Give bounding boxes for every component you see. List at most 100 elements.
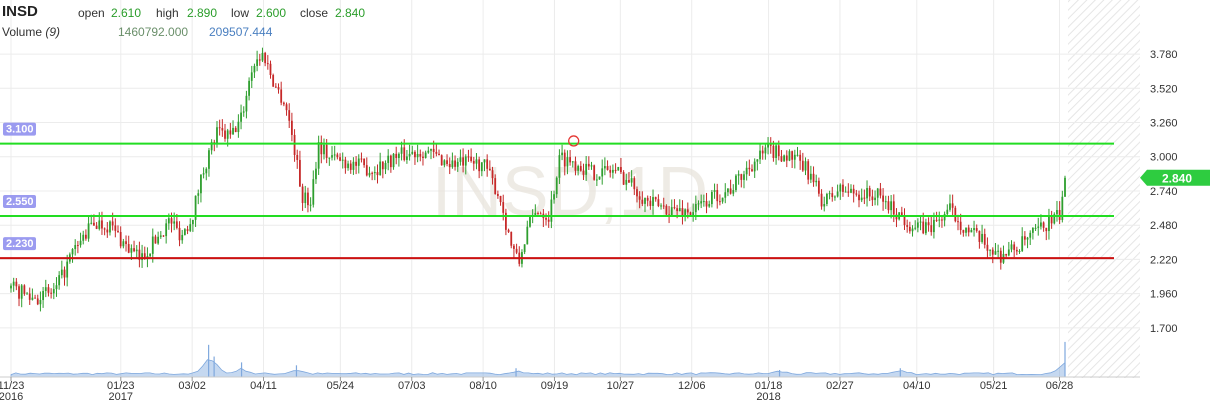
candle-body bbox=[737, 174, 740, 176]
candle-body bbox=[625, 179, 628, 185]
candle-body bbox=[454, 160, 456, 167]
candle-body bbox=[962, 230, 965, 233]
candle-body bbox=[288, 110, 291, 121]
candle-body bbox=[365, 165, 368, 176]
price-axis[interactable]: 3.780 3.520 3.260 3.000 2.740 2.480 2.220 1.960… bbox=[1150, 49, 1178, 335]
candle-body bbox=[170, 218, 173, 224]
candle-body bbox=[970, 230, 973, 233]
candle-body bbox=[483, 159, 486, 163]
stock-chart[interactable]: INSD,1D 3.100 2.550 2.230 3.780 3.520 3.260 3… bbox=[0, 0, 1213, 404]
candle-body bbox=[299, 159, 301, 187]
candle-body bbox=[550, 199, 553, 222]
candle-body bbox=[620, 167, 622, 173]
x-tick-label: 05/21 bbox=[980, 380, 1008, 392]
level-label: 3.100 bbox=[6, 124, 34, 136]
candle-body bbox=[44, 287, 47, 292]
candle-body bbox=[702, 201, 705, 203]
candle-body bbox=[117, 230, 119, 232]
candle-body bbox=[906, 225, 909, 227]
candle-body bbox=[373, 172, 376, 174]
candle-body bbox=[967, 227, 970, 233]
symbol-label[interactable]: INSD bbox=[2, 3, 38, 20]
candle-body bbox=[571, 161, 574, 163]
chart-canvas[interactable]: INSD,1D 3.1002.5502.230 3.7803.5203.2603… bbox=[0, 0, 1213, 404]
time-axis[interactable]: 11/23201601/23201703/02 04/11 05/24 07/03 08… bbox=[0, 377, 1073, 403]
x-tick-label: 06/28 bbox=[1046, 380, 1074, 392]
candle-body bbox=[828, 193, 831, 195]
candle-body bbox=[927, 222, 930, 226]
candle-body bbox=[93, 222, 95, 226]
candle-body bbox=[381, 161, 384, 170]
candle-body bbox=[820, 193, 823, 207]
candle-body bbox=[189, 224, 192, 231]
candle-body bbox=[360, 158, 363, 160]
candle-body bbox=[954, 207, 957, 222]
candle-body bbox=[719, 201, 721, 203]
candle-body bbox=[272, 75, 275, 87]
candle-body bbox=[882, 195, 884, 202]
candle-body bbox=[561, 152, 563, 156]
candle-body bbox=[395, 153, 398, 159]
candle-body bbox=[537, 212, 539, 214]
candle-body bbox=[759, 150, 761, 160]
candle-body bbox=[844, 191, 847, 193]
candle-body bbox=[26, 293, 28, 295]
candle-body bbox=[999, 250, 1002, 263]
last-price-label: 2.840 bbox=[1162, 171, 1192, 185]
candle-body bbox=[363, 158, 366, 166]
candle-body bbox=[919, 221, 922, 223]
candle-body bbox=[52, 289, 55, 294]
candle-body bbox=[924, 222, 927, 234]
candle-body bbox=[1023, 236, 1026, 240]
candle-body bbox=[114, 225, 117, 231]
open-value: 2.610 bbox=[111, 6, 142, 20]
candle-body bbox=[58, 275, 61, 286]
candle-body bbox=[764, 147, 767, 154]
candle-body bbox=[491, 170, 494, 179]
candle-body bbox=[250, 72, 253, 81]
candle-body bbox=[638, 196, 641, 200]
candle-body bbox=[823, 204, 826, 207]
candle-body bbox=[801, 160, 804, 171]
candle-body bbox=[826, 193, 828, 205]
candle-body bbox=[748, 167, 751, 170]
candle-body bbox=[1050, 216, 1053, 224]
candle-body bbox=[978, 230, 981, 242]
candle-body bbox=[1034, 227, 1037, 229]
candle-body bbox=[983, 233, 986, 245]
candle-body bbox=[745, 167, 748, 175]
candle-body bbox=[775, 145, 777, 158]
candle-body bbox=[352, 161, 355, 170]
candle-body bbox=[488, 168, 491, 171]
candle-body bbox=[323, 144, 325, 155]
candle-body bbox=[510, 231, 513, 246]
candle-body bbox=[387, 155, 390, 163]
candle-body bbox=[274, 86, 277, 88]
candle-body bbox=[464, 156, 467, 166]
candle-body bbox=[566, 157, 569, 167]
candle-body bbox=[10, 285, 12, 289]
candle-body bbox=[871, 196, 874, 201]
candle-body bbox=[1037, 226, 1040, 228]
candle-body bbox=[539, 213, 542, 215]
candle-body bbox=[1040, 222, 1042, 227]
candle-body bbox=[729, 188, 732, 194]
candle-body bbox=[1029, 232, 1032, 238]
candle-body bbox=[981, 233, 983, 242]
candle-body bbox=[834, 196, 836, 198]
candle-body bbox=[336, 154, 339, 158]
candle-body bbox=[221, 128, 224, 131]
volume-value-2: 209507.444 bbox=[209, 25, 273, 39]
candle-body bbox=[1048, 216, 1050, 232]
candle-body bbox=[785, 155, 788, 161]
candle-body bbox=[296, 155, 299, 160]
candle-body bbox=[890, 201, 893, 211]
volume-area-fill bbox=[10, 359, 1066, 378]
candle-body bbox=[911, 228, 914, 232]
x-tick-label: 09/19 bbox=[541, 380, 569, 392]
candle-body bbox=[331, 155, 333, 158]
candle-body bbox=[812, 173, 815, 183]
y-tick-label: 2.220 bbox=[1150, 254, 1178, 266]
x-tick-label: 05/24 bbox=[327, 380, 355, 392]
candle-body bbox=[630, 178, 633, 183]
